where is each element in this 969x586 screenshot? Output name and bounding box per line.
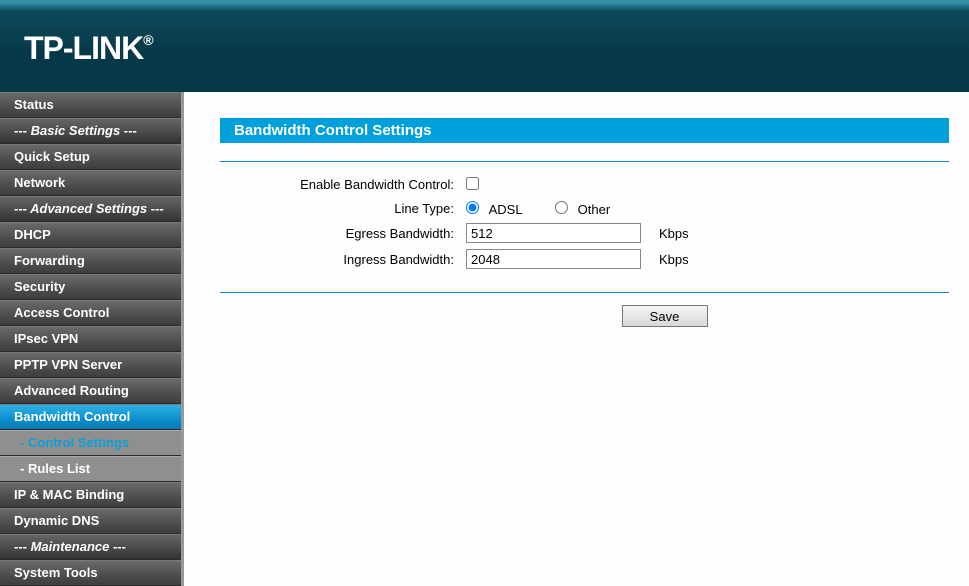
line-type-other-label: Other bbox=[578, 202, 611, 217]
save-button[interactable]: Save bbox=[622, 305, 708, 327]
divider-top bbox=[220, 161, 949, 162]
sidebar-subitem-rules-list[interactable]: - Rules List bbox=[0, 456, 181, 482]
sidebar-item-status[interactable]: Status bbox=[0, 92, 181, 118]
sidebar-item-bandwidth-control[interactable]: Bandwidth Control bbox=[0, 404, 181, 430]
main-layout: Status --- Basic Settings --- Quick Setu… bbox=[0, 92, 969, 586]
sidebar-item-access-control[interactable]: Access Control bbox=[0, 300, 181, 326]
egress-label: Egress Bandwidth: bbox=[250, 220, 460, 246]
sidebar-item-pptp-vpn-server[interactable]: PPTP VPN Server bbox=[0, 352, 181, 378]
sidebar-item-system-tools[interactable]: System Tools bbox=[0, 560, 181, 586]
enable-bandwidth-checkbox[interactable] bbox=[466, 177, 479, 190]
egress-unit: Kbps bbox=[647, 220, 695, 246]
egress-bandwidth-input[interactable] bbox=[466, 223, 641, 243]
header: TP-LINK® bbox=[0, 0, 969, 92]
brand-text: TP-LINK bbox=[24, 30, 143, 66]
ingress-unit: Kbps bbox=[647, 246, 695, 272]
ingress-bandwidth-input[interactable] bbox=[466, 249, 641, 269]
sidebar-item-network[interactable]: Network bbox=[0, 170, 181, 196]
divider-bottom bbox=[220, 292, 949, 293]
line-type-adsl-radio[interactable] bbox=[466, 201, 479, 214]
sidebar-item-advanced-routing[interactable]: Advanced Routing bbox=[0, 378, 181, 404]
sidebar-item-quick-setup[interactable]: Quick Setup bbox=[0, 144, 181, 170]
sidebar-subitem-control-settings[interactable]: - Control Settings bbox=[0, 430, 181, 456]
sidebar-section-maintenance: --- Maintenance --- bbox=[0, 534, 181, 560]
line-type-other-radio[interactable] bbox=[555, 201, 568, 214]
enable-label: Enable Bandwidth Control: bbox=[250, 172, 460, 196]
sidebar-item-dynamic-dns[interactable]: Dynamic DNS bbox=[0, 508, 181, 534]
sidebar-section-basic: --- Basic Settings --- bbox=[0, 118, 181, 144]
ingress-label: Ingress Bandwidth: bbox=[250, 246, 460, 272]
content: Bandwidth Control Settings Enable Bandwi… bbox=[181, 92, 969, 586]
save-row: Save bbox=[220, 305, 949, 327]
sidebar-item-forwarding[interactable]: Forwarding bbox=[0, 248, 181, 274]
sidebar: Status --- Basic Settings --- Quick Setu… bbox=[0, 92, 181, 586]
brand-logo: TP-LINK® bbox=[24, 30, 153, 67]
page-title: Bandwidth Control Settings bbox=[220, 118, 949, 143]
sidebar-section-advanced: --- Advanced Settings --- bbox=[0, 196, 181, 222]
sidebar-item-security[interactable]: Security bbox=[0, 274, 181, 300]
sidebar-item-ip-mac-binding[interactable]: IP & MAC Binding bbox=[0, 482, 181, 508]
sidebar-item-ipsec-vpn[interactable]: IPsec VPN bbox=[0, 326, 181, 352]
line-type-adsl-label: ADSL bbox=[489, 202, 523, 217]
form-table: Enable Bandwidth Control: Line Type: ADS… bbox=[250, 172, 695, 272]
registered-icon: ® bbox=[143, 32, 152, 48]
line-type-label: Line Type: bbox=[250, 196, 460, 220]
sidebar-item-dhcp[interactable]: DHCP bbox=[0, 222, 181, 248]
